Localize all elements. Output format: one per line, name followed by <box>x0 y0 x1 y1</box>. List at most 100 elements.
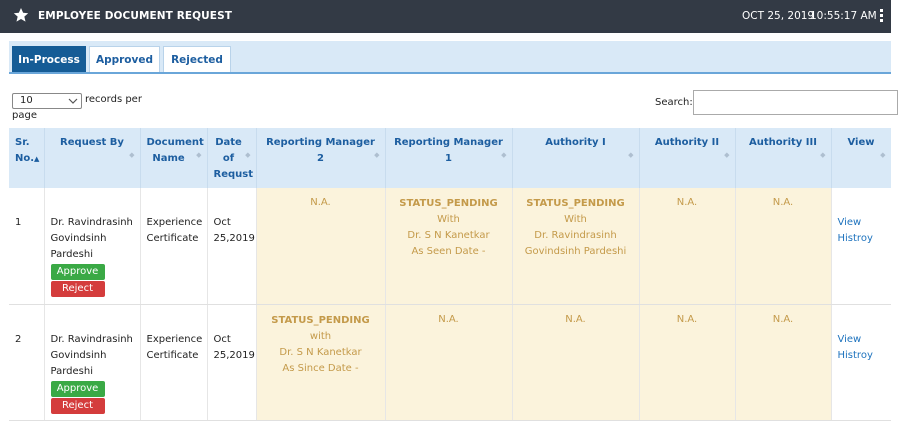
cell-sr-no: 1 <box>9 188 45 305</box>
cell-rm2-status: STATUS_PENDING with Dr. S N Kanetkar As Sin… <box>256 304 386 421</box>
status-detail-line: With <box>437 214 460 225</box>
page-title: EMPLOYEE DOCUMENT REQUEST <box>38 10 232 22</box>
reject-button[interactable]: Reject <box>50 281 105 297</box>
status-detail-line: N.A. <box>772 313 794 325</box>
cell-rm2-status: N.A. <box>256 188 386 305</box>
table-row: 1 Dr. Ravindrasinh Govindsinh Pardeshi Appro… <box>9 188 891 305</box>
column-header-authority-1[interactable]: Authority I ◆ <box>512 128 640 188</box>
cell-auth1-status: STATUS_PENDING With Dr. Ravindrasinh Govind… <box>512 188 640 305</box>
sort-icon: ◆ <box>129 151 135 159</box>
status-detail-line: Dr. S N Kanetkar <box>407 230 490 241</box>
column-header-sr-no[interactable]: Sr. No.▲ <box>9 128 45 188</box>
records-per-page-value: 10 <box>20 95 33 106</box>
document-name-line: Experience <box>146 217 203 228</box>
records-per-page-select[interactable]: 10 <box>12 93 82 109</box>
sort-icon: ◆ <box>245 151 251 159</box>
status-detail-line: N.A. <box>438 313 459 325</box>
status-badge: STATUS_PENDING <box>399 198 498 209</box>
cell-auth2-status: N.A. <box>639 188 736 305</box>
status-detail-line: N.A. <box>310 197 331 208</box>
column-header-reporting-manager-2[interactable]: Reporting Manager 2 ◆ <box>256 128 386 188</box>
view-history-link[interactable]: View Histroy <box>838 215 885 247</box>
status-detail-line: N.A. <box>772 197 794 208</box>
requester-name-line: Govindsinh <box>50 233 107 244</box>
status-detail-line: N.A. <box>676 313 698 325</box>
document-name-line: Certificate <box>146 233 199 244</box>
requester-name-line: Pardeshi <box>50 249 93 260</box>
column-header-authority-2[interactable]: Authority II ◆ <box>639 128 736 188</box>
cell-view: View Histroy <box>831 188 891 305</box>
column-header-view[interactable]: View ◆ <box>831 128 891 188</box>
request-date-line: 25,2019 <box>213 233 255 244</box>
requester-name-line: Pardeshi <box>50 365 93 377</box>
view-history-link[interactable]: View Histroy <box>838 332 885 364</box>
document-name-line: Certificate <box>146 349 199 361</box>
tab-bar: In-Process Approved Rejected <box>9 41 891 74</box>
sort-icon: ◆ <box>880 151 886 159</box>
requests-table-container: Sr. No.▲ Request By ◆ Document Name ◆ Date… <box>9 128 891 422</box>
view-history-link-text: View <box>837 217 862 228</box>
column-header-date-of-request[interactable]: Date of Requst ◆ <box>207 128 257 188</box>
cell-auth3-status: N.A. <box>735 304 832 421</box>
status-badge: STATUS_PENDING <box>526 198 625 209</box>
kebab-menu-icon[interactable] <box>880 9 884 25</box>
sort-icon: ◆ <box>374 151 380 159</box>
view-history-link-text: Histroy <box>837 349 873 361</box>
search-label: Search: <box>655 97 693 108</box>
records-per-label-page: page <box>12 110 37 121</box>
cell-view: View Histroy <box>831 304 891 421</box>
cell-auth1-status: N.A. <box>512 304 640 421</box>
column-header-document-name[interactable]: Document Name ◆ <box>140 128 208 188</box>
status-detail-line: with <box>309 330 332 342</box>
request-date-line: Oct <box>213 217 231 228</box>
status-detail-line: N.A. <box>676 197 698 208</box>
approve-button[interactable]: Approve <box>50 380 105 397</box>
cell-auth2-status: N.A. <box>639 304 736 421</box>
column-header-request-by[interactable]: Request By ◆ <box>44 128 141 188</box>
document-name-line: Experience <box>146 333 203 345</box>
tab-approved[interactable]: Approved <box>89 46 160 72</box>
cell-auth3-status: N.A. <box>735 188 832 305</box>
requests-table: Sr. No.▲ Request By ◆ Document Name ◆ Date… <box>9 128 891 421</box>
header-date: OCT 25, 2019 <box>742 10 815 22</box>
tab-in-process[interactable]: In-Process <box>12 46 86 72</box>
cell-request-by: Dr. Ravindrasinh Govindsinh Pardeshi Approv… <box>44 188 141 305</box>
cell-date: Oct 25,2019 <box>207 304 257 421</box>
approve-button[interactable]: Approve <box>50 264 105 280</box>
search-input[interactable] <box>693 90 898 115</box>
status-detail-line: N.A. <box>565 313 586 325</box>
status-detail-line: As Seen Date - <box>411 246 486 257</box>
status-detail-line: With <box>564 214 587 225</box>
header-time: 10:55:17 AM <box>810 10 877 22</box>
star-icon <box>13 8 29 22</box>
request-date-line: Oct <box>213 333 231 345</box>
view-history-link-text: View <box>837 333 862 345</box>
cell-document-name: Experience Certificate <box>140 188 208 305</box>
sr-no-value: 2 <box>15 333 22 345</box>
sort-icon: ◆ <box>820 151 826 159</box>
table-body: 1 Dr. Ravindrasinh Govindsinh Pardeshi Appro… <box>9 188 891 421</box>
sort-icon: ◆ <box>724 151 730 159</box>
sort-icon: ◆ <box>196 151 202 159</box>
requester-name-line: Dr. Ravindrasinh <box>50 333 133 345</box>
status-detail-line: As Since Date - <box>282 362 359 374</box>
requester-name-line: Dr. Ravindrasinh <box>50 217 133 228</box>
cell-rm1-status: STATUS_PENDING With Dr. S N Kanetkar As See… <box>385 188 513 305</box>
cell-request-by: Dr. Ravindrasinh Govindsinh Pardeshi Approv… <box>44 304 141 421</box>
cell-date: Oct 25,2019 <box>207 188 257 305</box>
view-history-link-text: Histroy <box>837 233 873 244</box>
sort-icon: ◆ <box>501 151 507 159</box>
status-detail-line: Dr. Ravindrasinh <box>534 230 617 241</box>
reject-button[interactable]: Reject <box>50 397 105 414</box>
chevron-down-icon <box>68 98 78 104</box>
sort-ascending-icon: ▲ <box>34 155 40 163</box>
tab-rejected[interactable]: Rejected <box>163 46 231 72</box>
records-per-label: records per <box>85 94 142 105</box>
column-header-authority-3[interactable]: Authority III ◆ <box>735 128 832 188</box>
column-header-reporting-manager-1[interactable]: Reporting Manager 1 ◆ <box>385 128 513 188</box>
sr-no-value: 1 <box>15 217 22 228</box>
cell-sr-no: 2 <box>9 304 45 421</box>
request-date-line: 25,2019 <box>213 349 255 361</box>
status-detail-line: Govindsinh Pardeshi <box>524 246 627 257</box>
status-badge: STATUS_PENDING <box>271 314 370 326</box>
